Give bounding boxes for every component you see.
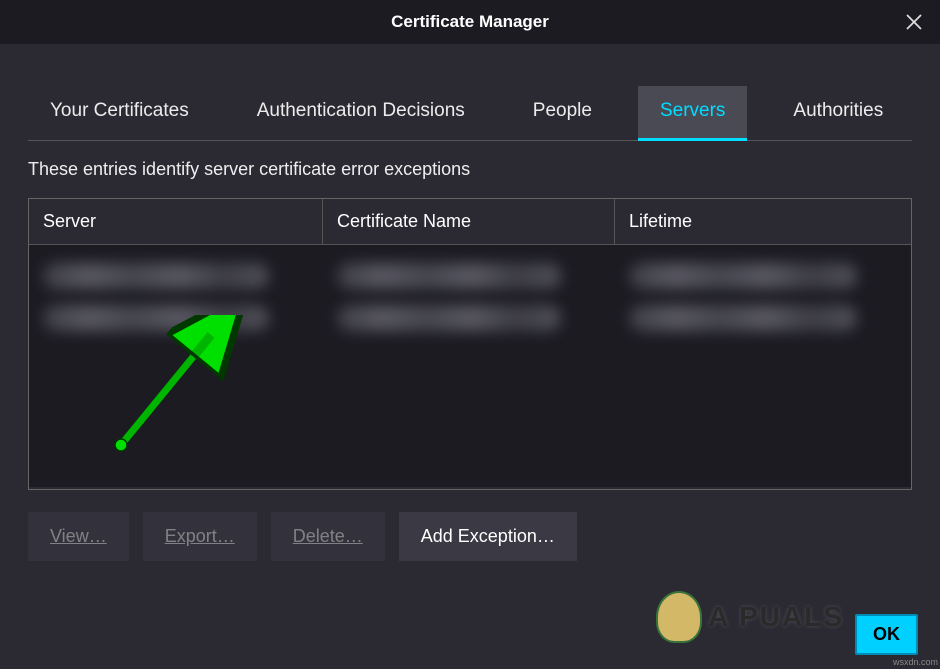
table-body [29,245,911,487]
exceptions-table: Server Certificate Name Lifetime [28,198,912,490]
footer-credit: wsxdn.com [893,657,938,667]
tab-authentication-decisions[interactable]: Authentication Decisions [235,86,487,141]
window-title: Certificate Manager [391,12,549,32]
cell-lifetime [615,263,911,289]
tabs-bar: Your Certificates Authentication Decisio… [28,86,912,141]
cell-server [29,263,323,289]
dialog-content: Your Certificates Authentication Decisio… [0,86,940,561]
tab-authorities[interactable]: Authorities [771,86,905,141]
tab-your-certificates[interactable]: Your Certificates [28,86,211,141]
table-row[interactable] [29,255,911,297]
add-exception-button[interactable]: Add Exception… [399,512,577,561]
action-buttons: View… Export… Delete… Add Exception… [28,512,912,561]
view-button-label: View… [50,526,107,546]
title-bar: Certificate Manager [0,0,940,44]
redacted-text [629,305,857,331]
watermark-text: A PUALS [708,601,844,633]
export-button[interactable]: Export… [143,512,257,561]
redacted-text [629,263,857,289]
redacted-text [337,263,561,289]
delete-button[interactable]: Delete… [271,512,385,561]
redacted-text [43,263,269,289]
cell-lifetime [615,305,911,331]
add-exception-button-label: Add Exception… [421,526,555,546]
cell-certificate [323,305,615,331]
export-button-label: Export… [165,526,235,546]
close-icon [905,13,923,31]
tab-servers[interactable]: Servers [638,86,747,141]
watermark: A PUALS [656,591,844,643]
delete-button-label: Delete… [293,526,363,546]
close-button[interactable] [894,2,934,42]
table-header: Server Certificate Name Lifetime [29,199,911,245]
table-row[interactable] [29,297,911,339]
redacted-text [43,305,269,331]
cell-server [29,305,323,331]
redacted-text [337,305,561,331]
tab-people[interactable]: People [511,86,614,141]
ok-button[interactable]: OK [855,614,918,655]
view-button[interactable]: View… [28,512,129,561]
column-header-server[interactable]: Server [29,199,323,245]
cell-certificate [323,263,615,289]
tab-description: These entries identify server certificat… [28,159,912,180]
mascot-icon [656,591,702,643]
column-header-lifetime[interactable]: Lifetime [615,199,911,245]
column-header-certificate[interactable]: Certificate Name [323,199,615,245]
